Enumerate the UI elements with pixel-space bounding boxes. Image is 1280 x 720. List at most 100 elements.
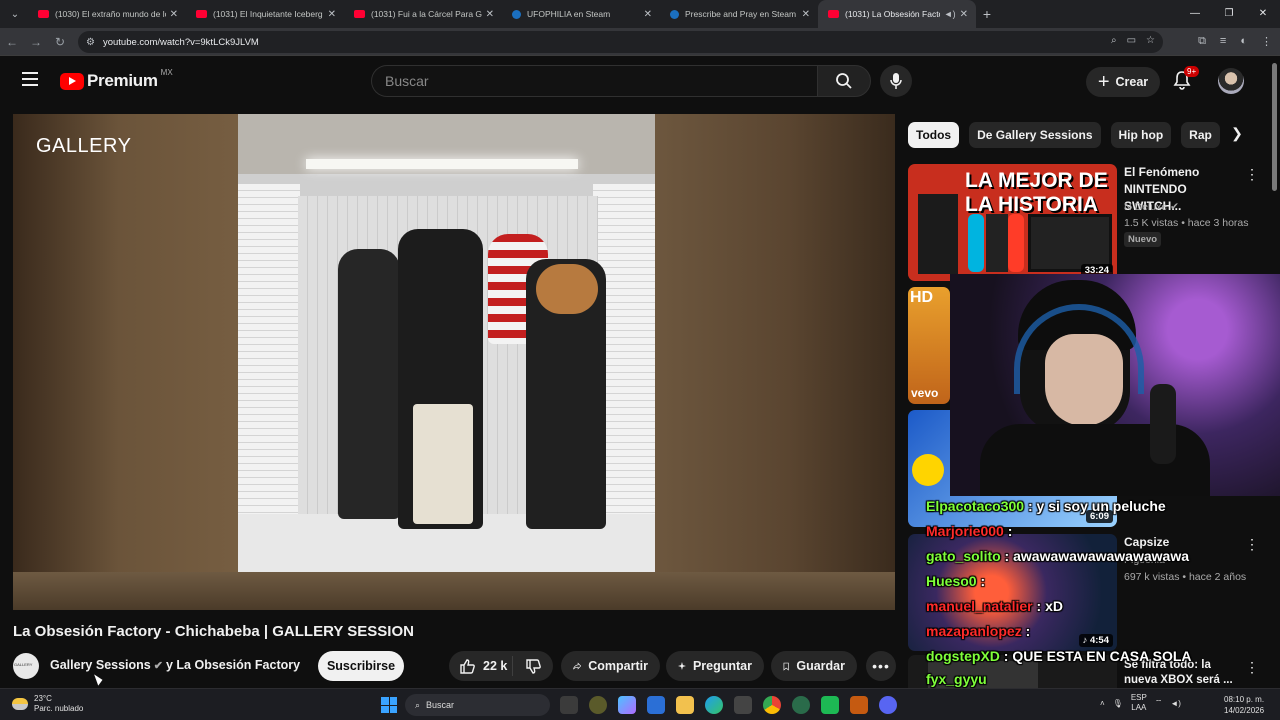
browser-tab[interactable]: UFOPHILIA en Steam ✕ <box>502 0 660 28</box>
menu-icon[interactable] <box>22 72 38 86</box>
channel-mascot-icon <box>912 454 944 486</box>
tab-close-icon[interactable]: ✕ <box>486 9 494 20</box>
tab-close-icon[interactable]: ✕ <box>644 9 652 20</box>
browser-tab[interactable]: (1030) El extraño mundo de los ✕ <box>28 0 186 28</box>
app-icon[interactable] <box>850 696 868 714</box>
chrome-icon[interactable] <box>763 696 781 714</box>
tab-close-icon[interactable]: ✕ <box>328 9 336 20</box>
save-label: Guardar <box>796 659 845 673</box>
channel-name[interactable]: Gallery Sessions <box>50 658 151 672</box>
subscribe-button[interactable]: Suscribirse <box>318 651 404 681</box>
country-code: MX <box>160 67 173 77</box>
reload-icon[interactable]: ↻ <box>48 35 72 49</box>
app-icon[interactable] <box>792 696 810 714</box>
ask-button[interactable]: Preguntar <box>666 651 764 681</box>
app-icon[interactable] <box>821 696 839 714</box>
rec-channel[interactable]: N Deluxe <box>1124 201 1167 213</box>
volume-icon[interactable]: ◄) <box>1170 699 1181 708</box>
create-button[interactable]: + Crear <box>1086 67 1160 97</box>
youtube-premium-logo[interactable]: Premium MX <box>60 67 173 91</box>
tray-chevron-icon[interactable]: ˄ <box>1100 699 1105 708</box>
kebab-menu-icon[interactable]: ⋮ <box>1245 536 1259 553</box>
dislike-button[interactable] <box>513 658 553 675</box>
taskbar-search[interactable]: ⌕ Buscar <box>405 694 550 716</box>
collab-channel[interactable]: y La Obsesión Factory <box>166 658 300 672</box>
copilot-icon[interactable] <box>589 696 607 714</box>
video-thumbnail[interactable]: LA MEJOR DE LA HISTORIA 33:24 <box>908 164 1117 281</box>
youtube-favicon-icon <box>828 10 839 18</box>
site-info-icon[interactable]: ⚙ <box>86 37 95 48</box>
app-icon[interactable] <box>618 696 636 714</box>
kebab-menu-icon[interactable]: ⋮ <box>1245 659 1259 676</box>
search-button[interactable] <box>817 65 871 97</box>
maximize-icon[interactable]: ❐ <box>1212 0 1246 28</box>
bookmark-star-icon[interactable]: ☆ <box>1146 35 1155 46</box>
forward-icon[interactable]: → <box>24 35 48 49</box>
close-window-icon[interactable]: ✕ <box>1246 0 1280 28</box>
video-frame-booth <box>238 114 655 584</box>
youtube-header: Premium MX Buscar + Crear 9+ <box>0 57 1280 105</box>
task-view-icon[interactable] <box>560 696 578 714</box>
video-player[interactable]: GALLERY <box>13 114 895 610</box>
language-indicator[interactable]: ESP LAA <box>1131 693 1147 713</box>
chevron-right-icon[interactable]: ❯ <box>1226 125 1248 147</box>
profile-icon[interactable]: ◐ <box>1240 35 1247 48</box>
chat-message: mazapanlopez : <box>926 623 1031 639</box>
search-input[interactable]: Buscar <box>371 65 818 97</box>
windows-start-icon[interactable] <box>381 697 397 713</box>
tab-search-button[interactable]: ⌄ <box>2 3 28 25</box>
minimize-icon[interactable]: — <box>1178 0 1212 28</box>
zoom-icon[interactable]: ⌕ <box>1111 35 1117 46</box>
voice-search-button[interactable] <box>880 65 912 97</box>
microphone-icon <box>890 73 902 89</box>
channel-name-line[interactable]: Gallery Sessions ✔ y La Obsesión Factory <box>50 658 300 672</box>
weather-widget[interactable]: 23°C Parc. nublado <box>12 694 83 714</box>
browser-tab[interactable]: Prescribe and Pray en Steam ✕ <box>660 0 818 28</box>
video-thumbnail[interactable]: HD vevo <box>908 287 950 404</box>
extensions-icon[interactable]: ⧉ <box>1198 35 1206 48</box>
tab-title: Prescribe and Pray en Steam <box>685 9 797 19</box>
browser-tab[interactable]: (1031) Fui a la Cárcel Para Gord ✕ <box>344 0 502 28</box>
chip-rap[interactable]: Rap <box>1181 122 1220 148</box>
browser-tab-active[interactable]: (1031) La Obsesión Factory ◄) ✕ <box>818 0 976 28</box>
address-bar[interactable]: ⚙ youtube.com/watch?v=9ktLCk9JLVM ⌕ ▭ ☆ <box>78 31 1163 53</box>
share-button[interactable]: Compartir <box>561 651 660 681</box>
back-icon[interactable]: ← <box>0 35 24 49</box>
channel-avatar[interactable] <box>13 653 39 679</box>
recommendation-item[interactable]: LA MEJOR DE LA HISTORIA 33:24 El Fenómen… <box>908 164 1278 282</box>
plus-icon: + <box>1097 71 1110 93</box>
search-placeholder: Buscar <box>385 73 429 89</box>
verified-icon: ✔ <box>1170 201 1179 213</box>
edge-icon[interactable] <box>705 696 723 714</box>
like-button[interactable]: 22 k <box>449 656 513 676</box>
store-icon[interactable] <box>647 696 665 714</box>
chip-hip-hop[interactable]: Hip hop <box>1110 122 1172 148</box>
tab-close-icon[interactable]: ✕ <box>802 9 810 20</box>
app-icon[interactable] <box>734 696 752 714</box>
chip-todos[interactable]: Todos <box>908 122 960 148</box>
notifications-button[interactable]: 9+ <box>1172 66 1200 92</box>
account-avatar[interactable] <box>1218 68 1244 94</box>
steam-favicon-icon <box>670 9 679 19</box>
tab-close-icon[interactable]: ✕ <box>170 9 178 20</box>
new-tab-button[interactable]: + <box>976 6 998 22</box>
discord-icon[interactable] <box>879 696 897 714</box>
save-button[interactable]: Guardar <box>771 651 857 681</box>
cast-icon[interactable]: ▭ <box>1127 35 1136 46</box>
file-explorer-icon[interactable] <box>676 696 694 714</box>
network-icon[interactable]: ⌔ <box>1155 698 1163 708</box>
browser-menu-icon[interactable]: ⋮ <box>1261 35 1272 48</box>
chat-username: fyx_gyyu <box>926 671 987 687</box>
tab-close-icon[interactable]: ✕ <box>960 9 968 20</box>
speaker-icon[interactable]: ◄) <box>944 9 956 19</box>
more-actions-button[interactable]: ••• <box>866 651 896 681</box>
chip-gallery-sessions[interactable]: De Gallery Sessions <box>969 122 1101 148</box>
browser-tab[interactable]: (1031) El Inquietante Iceberg de ✕ <box>186 0 344 28</box>
kebab-menu-icon[interactable]: ⋮ <box>1245 166 1259 183</box>
chat-message: Marjorie000 : <box>926 523 1013 539</box>
chat-username: Elpacotaco300 <box>926 498 1025 514</box>
system-clock[interactable]: 08:10 p. m. 14/02/2026 <box>1224 694 1264 716</box>
microphone-icon[interactable]: 🎙 <box>1113 699 1123 708</box>
media-icon[interactable]: ≡ <box>1220 35 1226 48</box>
chat-message: fyx_gyyu <box>926 671 987 687</box>
